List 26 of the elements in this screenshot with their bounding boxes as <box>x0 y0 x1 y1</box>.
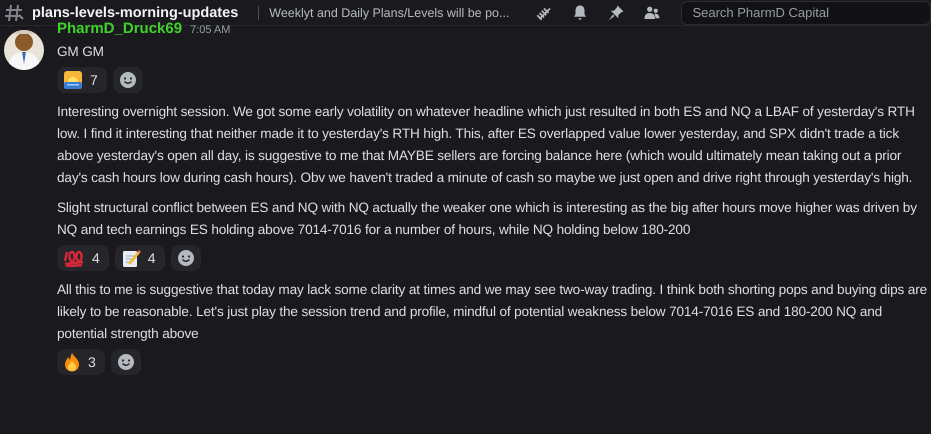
reaction-button[interactable]: 3 <box>57 349 105 375</box>
message-text: Slight structural conflict between ES and NQ with NQ actually the weaker one which is interesting as the big after hours move higher was driven by NQ and tech earnings ES holding above 7014-7016 for a number of hours, while NQ holding below 180-200 <box>57 199 918 239</box>
reaction-button[interactable]: 7 <box>57 67 107 93</box>
timestamp: 7:05 AM <box>190 24 230 36</box>
hundred-icon <box>63 249 85 267</box>
channel-name: plans-levels-morning-updates <box>32 4 238 20</box>
fire-icon <box>63 352 81 372</box>
reaction-button[interactable]: 4 <box>114 245 165 271</box>
pin-icon[interactable] <box>607 4 626 22</box>
add-reaction-icon <box>176 249 195 267</box>
memo-icon <box>120 248 141 268</box>
message-text: Interesting overnight session. We got some early volatility on whatever headline which just resulted in both ES and NQ a LBAF of yesterday's RTH low. I find it interesting that neither made it to yesterday's RTH high. This, after ES overlapped value lower yesterday, and SPX didn't trade a tick above yesterday's open all day, is suggestive to me that MAYBE sellers are forcing balance here (which would ultimately mean taking out a prior day's cash hours low during cash hours). Obv we haven't traded a minute of cash so maybe we just open and drive right through yesterday's high. <box>57 103 916 187</box>
message-text: GM GM <box>57 43 105 61</box>
members-icon[interactable] <box>643 4 662 22</box>
add-reaction-button[interactable] <box>112 67 143 93</box>
username[interactable]: PharmD_Druck69 <box>57 20 182 37</box>
channel-topic[interactable]: Weeklyt and Daily Plans/Levels will be po... <box>258 6 510 20</box>
add-reaction-button[interactable] <box>170 245 201 271</box>
channel-hash-icon <box>4 2 24 22</box>
search-field[interactable]: Search PharmD Capital <box>681 0 931 24</box>
message-text: All this to me is suggestive that today may lack some clarity at times and we may see two-way trading. I think both shorting pops and buying dips are likely to be reasonable. Let's just play the session trend and profile, mindful of potential weakness below 7014-7016 ES and 180-200 NQ and potential strength above <box>57 281 927 343</box>
reaction-button[interactable]: 4 <box>57 245 109 271</box>
add-reaction-icon <box>118 71 137 89</box>
add-reaction-icon <box>116 353 135 371</box>
sunrise-icon <box>63 70 83 90</box>
add-reaction-button[interactable] <box>110 349 141 375</box>
